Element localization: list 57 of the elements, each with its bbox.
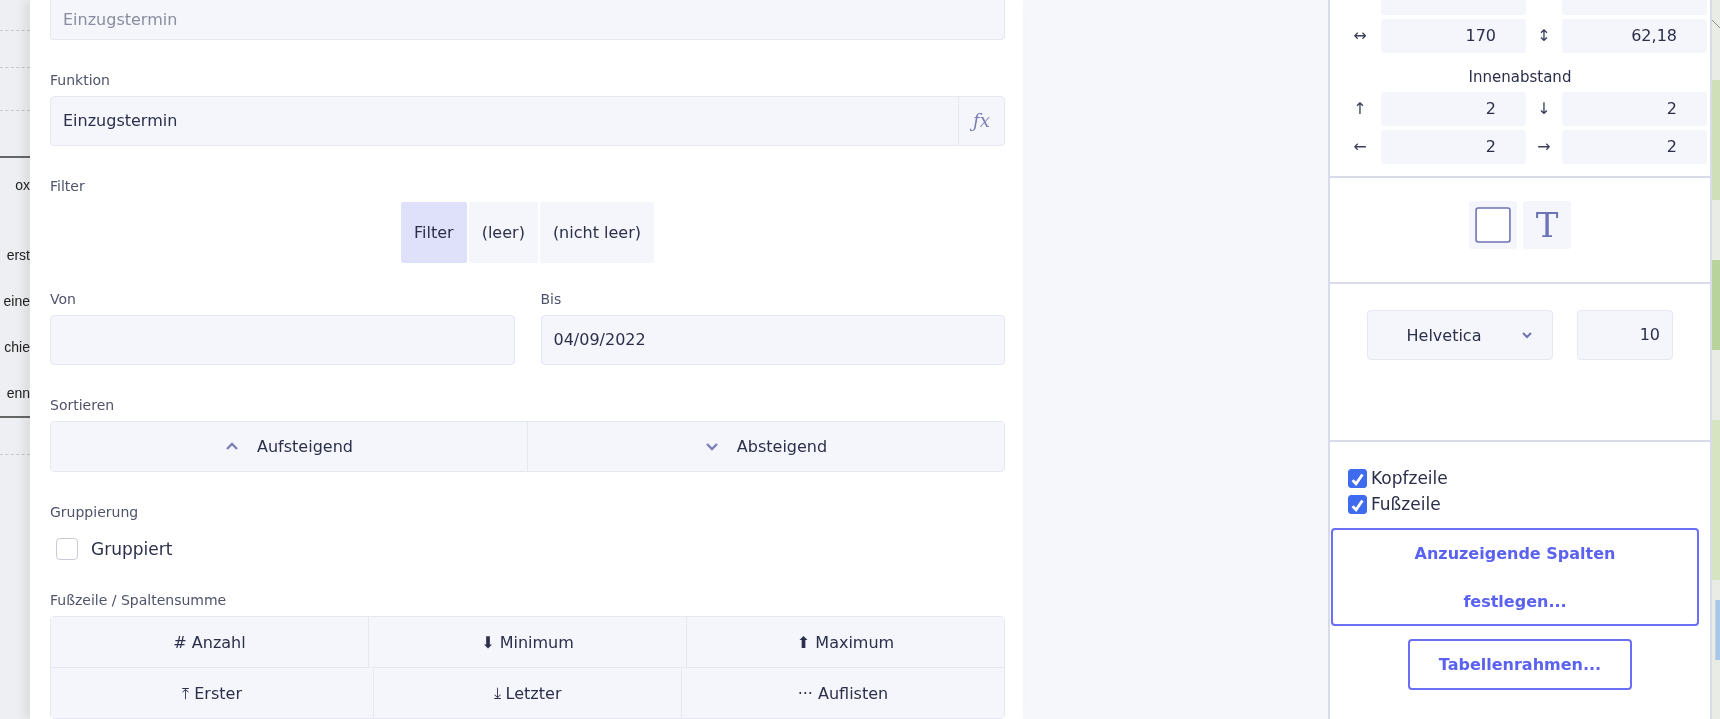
checkbox[interactable] (1348, 468, 1367, 488)
chevron-up-icon (225, 442, 240, 451)
field-label: Gruppierung (50, 504, 139, 520)
filter-option[interactable]: (leer) (468, 201, 538, 263)
property-label: ↕ (1536, 25, 1552, 47)
date-field[interactable] (50, 314, 515, 365)
filter-option[interactable]: Filter (401, 201, 467, 263)
number-field[interactable]: 2 (1381, 130, 1526, 164)
number-field[interactable]: 170 (1381, 19, 1526, 53)
sort-button[interactable]: Aufsteigend (51, 421, 527, 471)
checkbox-label: Fußzeile (1371, 494, 1441, 514)
aggregate-button[interactable]: ⤒ Erster (51, 668, 374, 718)
field-label: Sortieren (50, 396, 115, 413)
background-text: erst (6, 246, 30, 265)
field-label: Bis (540, 290, 562, 307)
background-text: eine (3, 292, 30, 311)
checkbox-label: Kopfzeile (1371, 468, 1448, 488)
field-label: Funktion (50, 72, 110, 88)
font-select[interactable]: Helvetica (1367, 310, 1553, 360)
aggregate-button[interactable]: ⬆ Maximum (686, 617, 1004, 667)
date-field[interactable]: 04/09/2022 (540, 314, 1005, 365)
function-field[interactable]: Einzugstermin ƒx (50, 96, 1005, 146)
filter-option[interactable]: (nicht leer) (539, 201, 654, 263)
columns-button[interactable]: Anzuzeigende Spalten festlegen... (1331, 528, 1699, 626)
function-button[interactable]: ƒx (958, 97, 1004, 145)
background-text: chie (4, 338, 30, 357)
field-label: Fußzeile / Spaltensumme (50, 592, 227, 608)
background-text: ox (15, 176, 30, 195)
table-border-button[interactable]: Tabellenrahmen... (1408, 639, 1632, 690)
checkbox-label: Gruppiert (91, 539, 173, 559)
checkbox[interactable] (1348, 494, 1367, 514)
property-label: ↓ (1536, 98, 1552, 120)
aggregate-button[interactable]: ⬇ Minimum (368, 617, 686, 667)
field-label: Von (50, 290, 76, 307)
number-field[interactable]: 2 (1381, 92, 1526, 126)
background-text: enn (6, 384, 30, 403)
aggregate-button[interactable]: # Anzahl (51, 617, 368, 667)
sort-button[interactable]: Absteigend (527, 421, 1004, 471)
number-field[interactable]: 2 (1562, 92, 1707, 126)
section-title: Innenabstand (1468, 68, 1572, 86)
aggregate-button[interactable]: ⤓ Letzter (373, 668, 681, 718)
aggregate-button[interactable]: ··· Auflisten (680, 668, 1004, 718)
property-label: ↔ (1352, 25, 1368, 47)
chevron-down-icon (704, 442, 719, 451)
property-label: ← (1352, 136, 1368, 158)
border-style-button[interactable] (1469, 201, 1517, 249)
chevron-down-icon (1521, 331, 1534, 339)
checkbox[interactable] (56, 538, 78, 560)
text-style-button[interactable]: T (1523, 201, 1571, 249)
square-icon (1475, 207, 1511, 243)
number-field[interactable]: 2 (1562, 130, 1707, 164)
number-field[interactable]: 62,18 (1562, 19, 1707, 53)
property-label: → (1536, 136, 1552, 158)
title-field[interactable]: Einzugstermin (50, 0, 1005, 40)
field-label: Filter (50, 177, 85, 194)
font-size-field[interactable]: 10 (1577, 310, 1673, 360)
property-label: ↑ (1352, 98, 1368, 120)
